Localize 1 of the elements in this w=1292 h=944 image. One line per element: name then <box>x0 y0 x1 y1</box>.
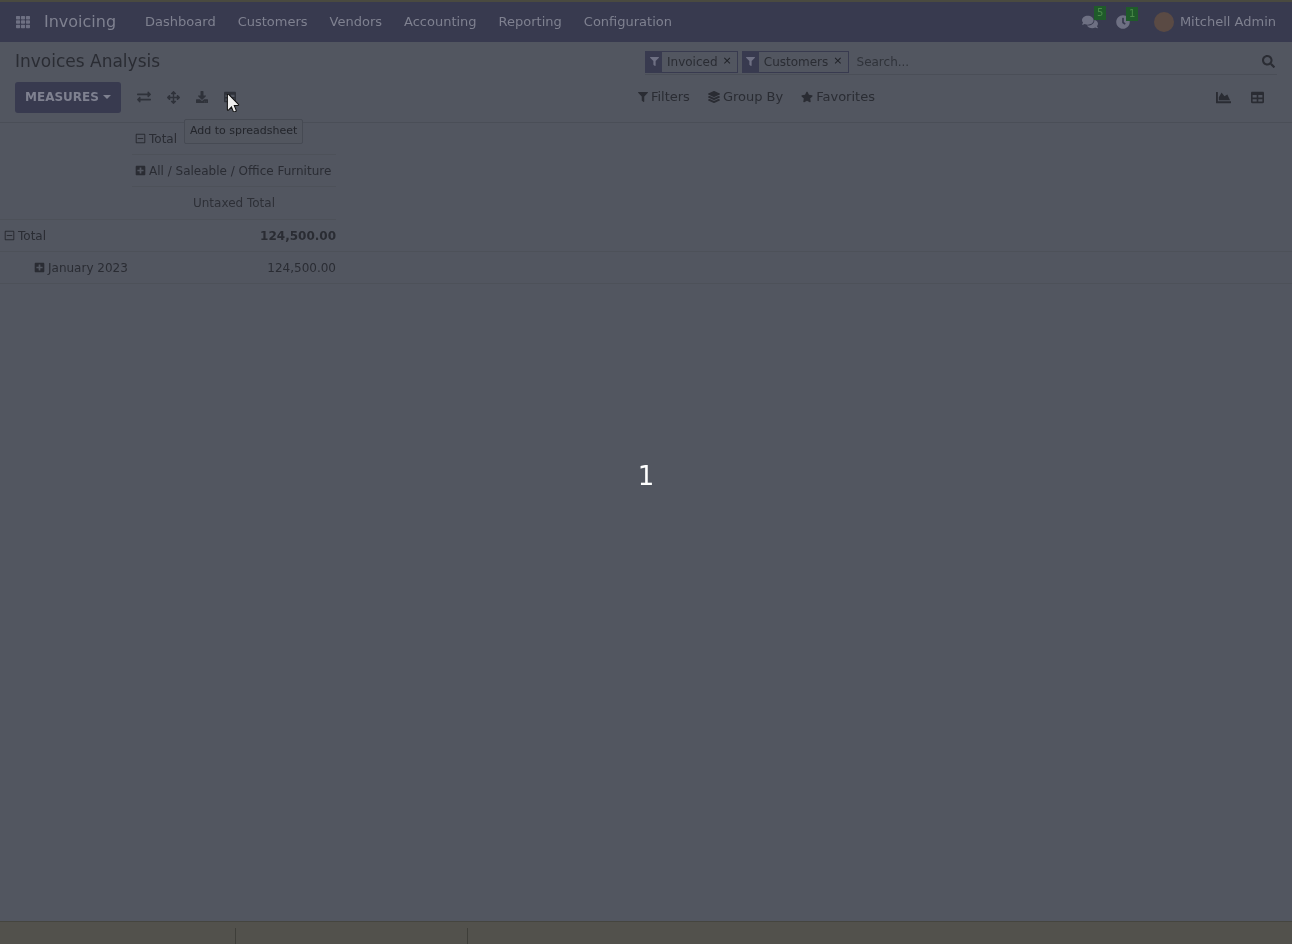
step-number: 1 <box>637 460 655 493</box>
